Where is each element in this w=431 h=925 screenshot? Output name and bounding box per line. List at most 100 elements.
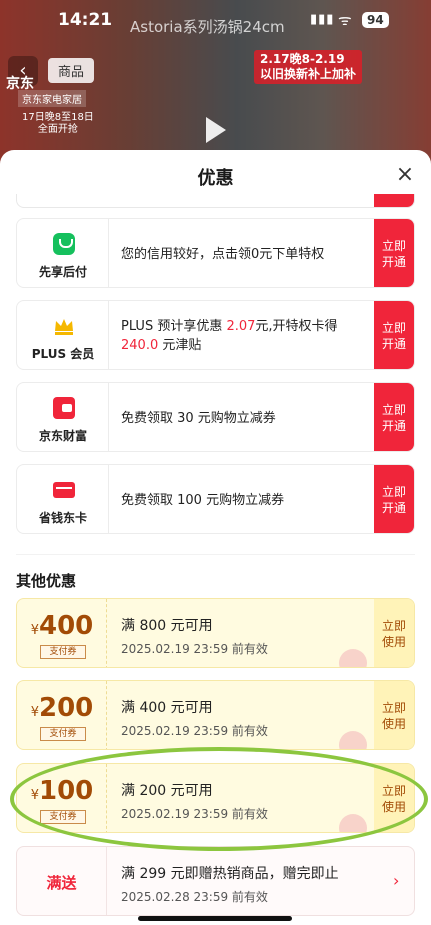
currency-symbol: ¥ (30, 788, 39, 803)
activate-line1: 立即 (381, 403, 406, 417)
gift-condition: 满 299 元即赠热销商品，赠完即止 (121, 866, 339, 882)
wifi-icon: ᯤ (338, 11, 352, 29)
coupon-amount: ¥200 (17, 693, 107, 723)
use-now-button[interactable]: 立即 使用 (374, 764, 414, 832)
service-label: PLUS 会员 (31, 347, 95, 361)
partial-card (16, 194, 415, 208)
activate-line1: 立即 (381, 321, 406, 335)
use-line2: 使用 (381, 717, 406, 731)
coupon-card[interactable]: ¥100 支付券 满 200 元可用 2025.02.19 23:59 前有效 … (16, 763, 415, 833)
service-text: 免费领取 30 元购物立减券 (121, 410, 276, 426)
product-page-background: Astoria系列汤锅24cm ‹ 商品 京东 京东家电家居 17日晚8至18日… (0, 0, 431, 175)
coupon-expiry: 2025.02.19 23:59 前有效 (121, 807, 268, 821)
tab-product[interactable]: 商品 (48, 58, 95, 83)
plus-allowance-amount: 240.0 (121, 338, 159, 353)
status-time: 14:21 (58, 10, 113, 30)
gift-promo-card[interactable]: 满送 满 299 元即赠热销商品，赠完即止 2025.02.28 23:59 前… (16, 846, 415, 916)
coupon-card[interactable]: ¥200 支付券 满 400 元可用 2025.02.19 23:59 前有效 … (16, 680, 415, 750)
plus-text-b: 元,开特权卡得 (255, 319, 338, 334)
coupon-amount-number: 400 (39, 611, 94, 641)
sale-date: 17日晚8至18日 全面开抢 (22, 112, 94, 136)
card-icon (53, 482, 75, 498)
activate-line2: 开通 (381, 255, 406, 269)
service-badge: 京东财富 (17, 383, 109, 451)
coupon-tag: 支付券 (40, 727, 86, 741)
discount-sheet: 优惠 × 先享后付 您的信用较好，点击领0元下单特权 立即 开通 PLUS 会员… (0, 150, 431, 925)
currency-symbol: ¥ (30, 623, 39, 638)
activate-button[interactable]: 立即 开通 (374, 465, 414, 533)
activate-button[interactable]: 立即 开通 (374, 383, 414, 451)
gift-expiry: 2025.02.28 23:59 前有效 (121, 890, 268, 904)
coupon-card[interactable]: ¥400 支付券 满 800 元可用 2025.02.19 23:59 前有效 … (16, 598, 415, 668)
use-line1: 立即 (381, 619, 406, 633)
activate-line2: 开通 (381, 337, 406, 351)
service-text: 免费领取 100 元购物立减券 (121, 492, 285, 508)
activate-line1: 立即 (381, 239, 406, 253)
service-card-wealth[interactable]: 京东财富 免费领取 30 元购物立减券 立即 开通 (16, 382, 415, 452)
sale-date-line2: 全面开抢 (37, 124, 78, 135)
service-text: PLUS 预计享优惠 2.07元,开特权卡得 240.0 元津贴 (121, 301, 371, 369)
coupon-amount: ¥400 (17, 611, 107, 641)
use-line1: 立即 (381, 701, 406, 715)
green-bag-icon (53, 233, 75, 255)
service-card-dongka[interactable]: 省钱东卡 免费领取 100 元购物立减券 立即 开通 (16, 464, 415, 534)
service-badge: 先享后付 (17, 219, 109, 287)
coupon-value: ¥100 支付券 (17, 764, 107, 832)
service-badge: PLUS 会员 (17, 301, 109, 369)
battery-icon: 94 (362, 12, 389, 28)
use-now-button[interactable]: 立即 使用 (374, 681, 414, 749)
section-divider (16, 554, 415, 555)
signal-icon: ▮▮▮ (310, 12, 335, 27)
activate-button[interactable]: 立即 开通 (374, 301, 414, 369)
currency-symbol: ¥ (30, 705, 39, 720)
activate-line2: 开通 (381, 419, 406, 433)
coupon-value: ¥200 支付券 (17, 681, 107, 749)
coupon-amount-number: 100 (39, 776, 94, 806)
play-icon[interactable] (196, 112, 232, 148)
status-bar: 14:21 ▮▮▮ ᯤ 94 (0, 8, 431, 36)
use-line2: 使用 (381, 800, 406, 814)
service-card-xianxiang[interactable]: 先享后付 您的信用较好，点击领0元下单特权 立即 开通 (16, 218, 415, 288)
coupon-amount: ¥100 (17, 776, 107, 806)
service-card-plus[interactable]: PLUS 会员 PLUS 预计享优惠 2.07元,开特权卡得 240.0 元津贴… (16, 300, 415, 370)
brand-subtext: 京东家电家居 (18, 90, 86, 107)
stamp-icon (339, 649, 367, 667)
activate-line2: 开通 (381, 501, 406, 515)
use-line1: 立即 (381, 784, 406, 798)
coupon-value: ¥400 支付券 (17, 599, 107, 667)
plus-text-a: PLUS 预计享优惠 (121, 319, 227, 334)
plus-text-c: 元津贴 (158, 338, 202, 353)
chevron-right-icon[interactable]: › (393, 871, 399, 890)
partial-card-action[interactable] (374, 194, 414, 207)
use-now-button[interactable]: 立即 使用 (374, 599, 414, 667)
service-label: 先享后付 (38, 265, 87, 279)
promo-banner: 2.17晚8-2.19 以旧换新补上加补 (254, 50, 363, 84)
promo-line1: 2.17晚8-2.19 (260, 52, 345, 66)
coupon-amount-number: 200 (39, 693, 94, 723)
close-icon[interactable]: × (394, 164, 416, 186)
service-badge: 省钱东卡 (17, 465, 109, 533)
sheet-title: 优惠 (197, 168, 234, 189)
plus-discount-amount: 2.07 (226, 319, 256, 334)
promo-line2: 以旧换新补上加补 (260, 67, 357, 81)
service-text: 您的信用较好，点击领0元下单特权 (121, 246, 325, 262)
sale-date-line1: 17日晚8至18日 (22, 112, 94, 123)
crown-icon (55, 319, 73, 335)
coupon-expiry: 2025.02.19 23:59 前有效 (121, 724, 268, 738)
activate-line1: 立即 (381, 485, 406, 499)
other-discounts-title: 其他优惠 (16, 572, 77, 590)
coupon-condition: 满 400 元可用 (121, 700, 213, 716)
activate-button[interactable]: 立即 开通 (374, 219, 414, 287)
service-label: 省钱东卡 (38, 511, 87, 525)
wallet-icon (53, 397, 75, 419)
stamp-icon (339, 731, 367, 749)
stamp-icon (339, 814, 367, 832)
gift-label: 满送 (17, 847, 107, 915)
service-label: 京东财富 (38, 429, 87, 443)
coupon-expiry: 2025.02.19 23:59 前有效 (121, 642, 268, 656)
coupon-tag: 支付券 (40, 810, 86, 824)
use-line2: 使用 (381, 635, 406, 649)
coupon-condition: 满 200 元可用 (121, 783, 213, 799)
coupon-tag: 支付券 (40, 645, 86, 659)
home-indicator[interactable] (138, 916, 292, 921)
